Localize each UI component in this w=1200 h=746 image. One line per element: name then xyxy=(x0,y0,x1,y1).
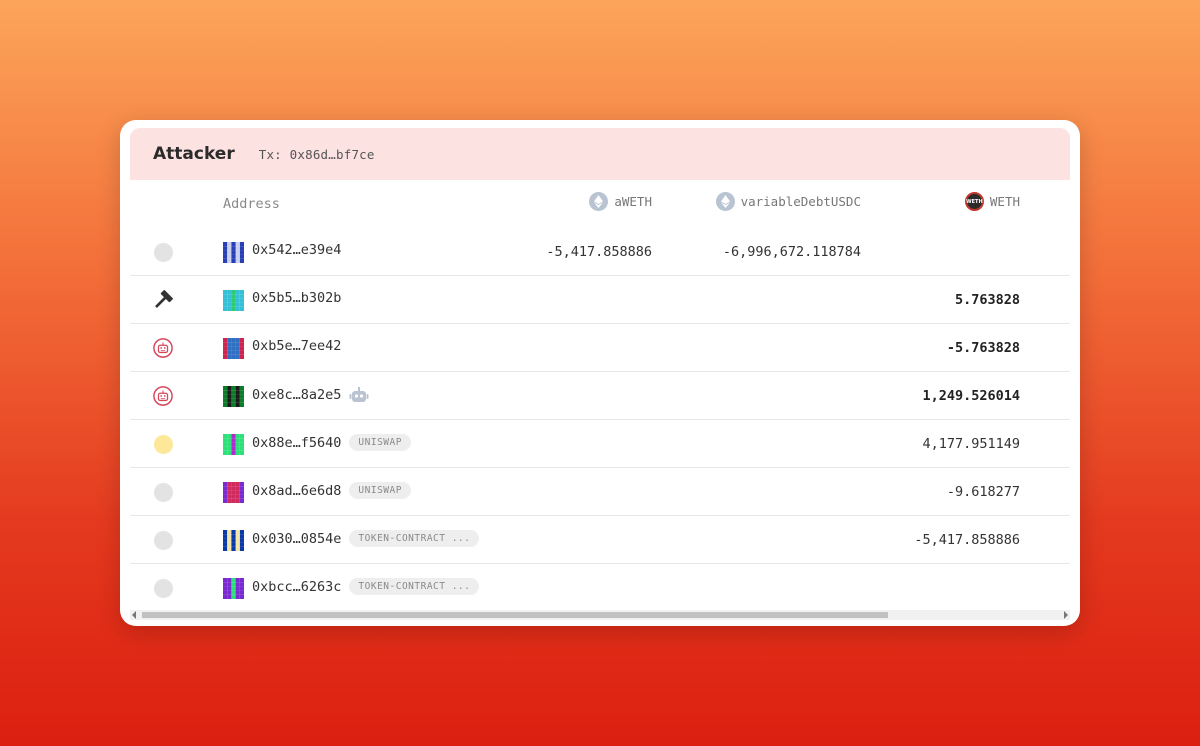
scroll-left-arrow-icon[interactable] xyxy=(132,611,136,619)
card-header: Attacker Tx: 0x86d…bf7ce xyxy=(130,128,1070,180)
address-text[interactable]: 0xb5e…7ee42 xyxy=(252,338,341,354)
aweth-value: -5,417.858886 xyxy=(546,244,652,260)
address-text[interactable]: 0xe8c…8a2e5 xyxy=(252,387,341,403)
address-identicon xyxy=(223,434,244,455)
row-status xyxy=(153,578,173,598)
address-identicon xyxy=(223,482,244,503)
status-dot-yellow xyxy=(153,434,173,454)
address-text[interactable]: 0x542…e39e4 xyxy=(252,242,341,258)
balance-changes-card: Attacker Tx: 0x86d…bf7ce Address aWETH v… xyxy=(120,120,1080,626)
row-status xyxy=(153,386,173,406)
aweth-column-header[interactable]: aWETH xyxy=(589,192,652,211)
variable-debt-usdc-label: variableDebtUSDC xyxy=(740,194,861,209)
address-cell[interactable]: 0x88e…f5640 UNISWAP xyxy=(252,434,411,451)
table-row[interactable]: 0x030…0854e TOKEN-CONTRACT ... -5,417.8588… xyxy=(130,516,1070,564)
address-tag: UNISWAP xyxy=(349,434,411,451)
horizontal-scrollbar[interactable] xyxy=(130,610,1070,620)
ethereum-icon xyxy=(589,192,609,211)
address-text[interactable]: 0xbcc…6263c xyxy=(252,579,341,595)
address-cell[interactable]: 0x8ad…6e6d8 UNISWAP xyxy=(252,482,411,499)
address-identicon xyxy=(223,578,244,599)
column-headers: Address aWETH variableDebtUSDC WETH WETH xyxy=(130,180,1070,228)
row-status xyxy=(153,434,173,454)
row-status xyxy=(153,242,173,262)
ethereum-icon xyxy=(715,192,735,211)
address-text[interactable]: 0x030…0854e xyxy=(252,531,341,547)
address-tag: UNISWAP xyxy=(349,482,411,499)
address-identicon xyxy=(223,530,244,551)
robot-badge-icon xyxy=(349,387,369,402)
table-row[interactable]: 0xbcc…6263c TOKEN-CONTRACT ... xyxy=(130,564,1070,611)
row-status xyxy=(153,338,173,358)
weth-icon: WETH xyxy=(964,192,984,211)
address-text[interactable]: 0x88e…f5640 xyxy=(252,435,341,451)
address-identicon xyxy=(223,290,244,311)
table-row[interactable]: 0x88e…f5640 UNISWAP 4,177.951149 xyxy=(130,420,1070,468)
address-text[interactable]: 0x8ad…6e6d8 xyxy=(252,483,341,499)
weth-value: 5.763828 xyxy=(954,292,1020,308)
address-tag: TOKEN-CONTRACT ... xyxy=(349,530,480,547)
hammer-icon xyxy=(155,290,173,308)
status-dot xyxy=(153,530,173,550)
weth-value: 4,177.951149 xyxy=(922,436,1020,452)
address-tag: TOKEN-CONTRACT ... xyxy=(349,578,480,595)
table-row[interactable]: 0x5b5…b302b 5.763828 xyxy=(130,276,1070,324)
address-cell[interactable]: 0xe8c…8a2e5 xyxy=(252,386,369,404)
weth-label: WETH xyxy=(989,194,1020,209)
weth-value: -9.618277 xyxy=(946,484,1020,500)
weth-value: -5,417.858886 xyxy=(914,532,1020,548)
status-dot xyxy=(153,578,173,598)
robot-icon xyxy=(153,386,173,406)
address-identicon xyxy=(223,338,244,359)
aweth-label: aWETH xyxy=(614,194,652,209)
table-container: Attacker Tx: 0x86d…bf7ce Address aWETH v… xyxy=(130,128,1070,618)
address-identicon xyxy=(223,386,244,407)
address-cell[interactable]: 0xbcc…6263c TOKEN-CONTRACT ... xyxy=(252,578,480,595)
robot-icon xyxy=(153,338,173,358)
table-row[interactable]: 0xb5e…7ee42 -5.763828 xyxy=(130,324,1070,372)
address-cell[interactable]: 0x5b5…b302b xyxy=(252,290,341,306)
transaction-hash[interactable]: Tx: 0x86d…bf7ce xyxy=(259,147,375,162)
row-status xyxy=(153,530,173,550)
table-row[interactable]: 0xe8c…8a2e5 1,249.526014 xyxy=(130,372,1070,420)
status-dot xyxy=(153,482,173,502)
weth-column-header[interactable]: WETH WETH xyxy=(964,192,1020,211)
status-dot xyxy=(153,242,173,262)
page-title: Attacker xyxy=(153,144,235,164)
address-identicon xyxy=(223,242,244,263)
scroll-right-arrow-icon[interactable] xyxy=(1064,611,1068,619)
scrollbar-thumb[interactable] xyxy=(142,612,888,618)
row-status xyxy=(153,290,173,310)
weth-value: -5.763828 xyxy=(946,340,1020,356)
table-row[interactable]: 0x542…e39e4 -5,417.858886 -6,996,672.11878… xyxy=(130,228,1070,276)
weth-value: 1,249.526014 xyxy=(922,388,1020,404)
variable-debt-usdc-value: -6,996,672.118784 xyxy=(722,244,861,260)
table-row[interactable]: 0x8ad…6e6d8 UNISWAP -9.618277 xyxy=(130,468,1070,516)
address-text[interactable]: 0x5b5…b302b xyxy=(252,290,341,306)
variable-debt-usdc-column-header[interactable]: variableDebtUSDC xyxy=(715,192,861,211)
balance-rows: 0x542…e39e4 -5,417.858886 -6,996,672.11878… xyxy=(130,228,1070,611)
address-cell[interactable]: 0x030…0854e TOKEN-CONTRACT ... xyxy=(252,530,480,547)
address-column-header: Address xyxy=(223,196,280,212)
address-cell[interactable]: 0xb5e…7ee42 xyxy=(252,338,341,354)
row-status xyxy=(153,482,173,502)
address-cell[interactable]: 0x542…e39e4 xyxy=(252,242,341,258)
